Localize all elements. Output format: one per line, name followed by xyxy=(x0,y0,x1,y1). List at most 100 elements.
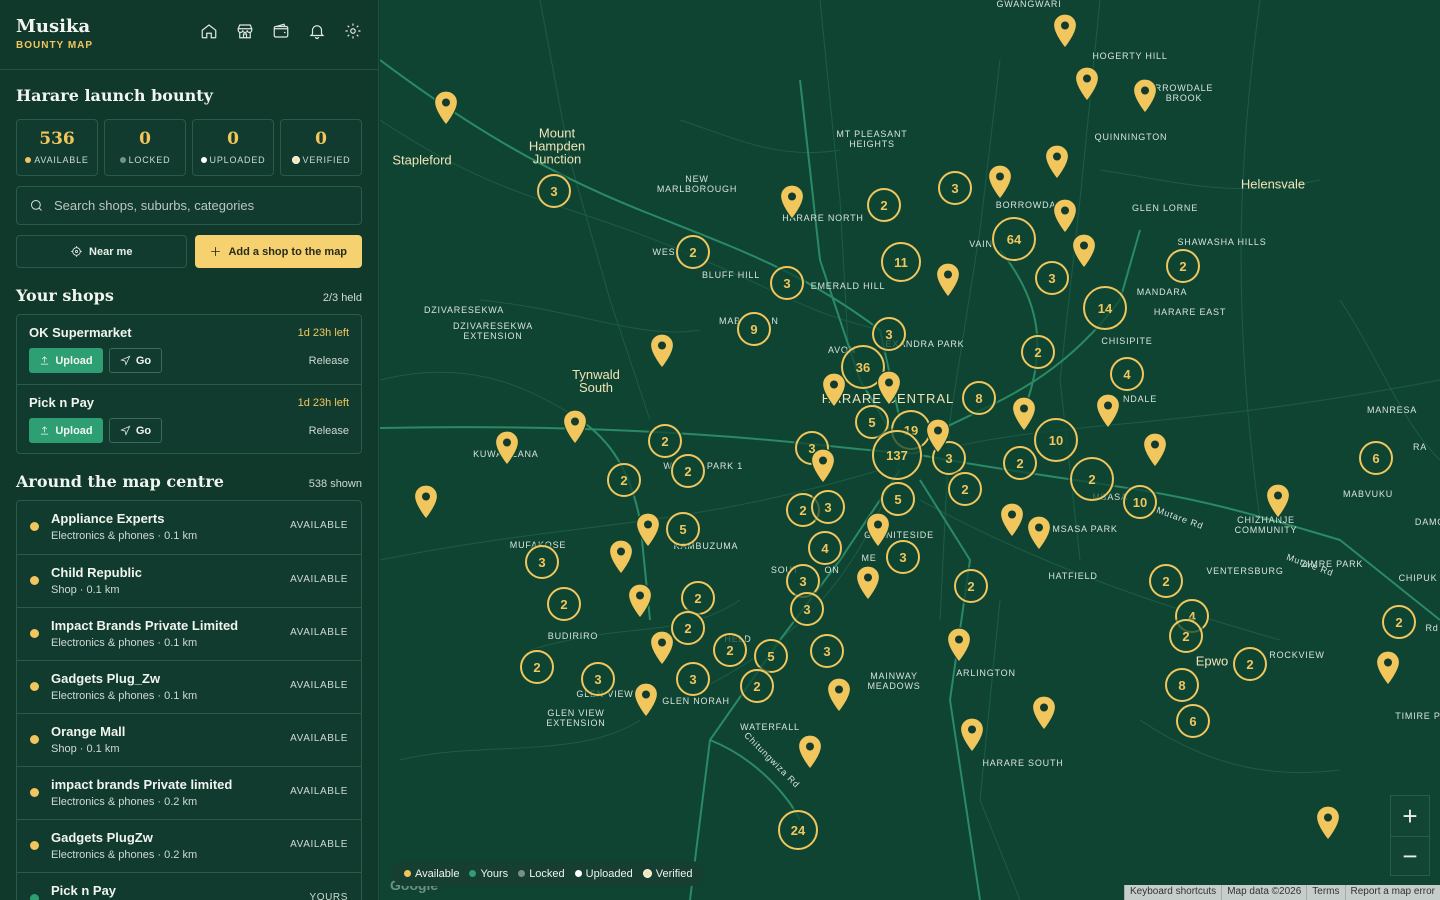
map-pin-icon[interactable] xyxy=(935,262,961,298)
release-button[interactable]: Release xyxy=(309,355,349,367)
map-pin-icon[interactable] xyxy=(649,333,675,369)
list-item[interactable]: impact brands Private limited Electronics… xyxy=(17,766,361,819)
map-cluster[interactable]: 6 xyxy=(1176,704,1210,738)
map-cluster[interactable]: 2 xyxy=(948,472,982,506)
map-pin-icon[interactable] xyxy=(855,565,881,601)
map-cluster[interactable]: 14 xyxy=(1083,286,1127,330)
map-pin-icon[interactable] xyxy=(865,512,891,548)
map-pin-icon[interactable] xyxy=(1052,13,1078,49)
map-cluster[interactable]: 3 xyxy=(886,540,920,574)
map-pin-icon[interactable] xyxy=(1052,198,1078,234)
upload-button[interactable]: Upload xyxy=(29,418,103,443)
map-cluster[interactable]: 2 xyxy=(1003,446,1037,480)
map-pin-icon[interactable] xyxy=(959,717,985,753)
map-cluster[interactable]: 2 xyxy=(1169,619,1203,653)
search-input[interactable] xyxy=(54,198,354,213)
map-pin-icon[interactable] xyxy=(433,90,459,126)
map-canvas[interactable]: GWANGWARI HOGERTY HILL RROWDALE BROOK QUINN… xyxy=(380,0,1440,900)
map-pin-icon[interactable] xyxy=(649,630,675,666)
go-button[interactable]: Go xyxy=(109,418,162,443)
map-cluster[interactable]: 10 xyxy=(1034,418,1078,462)
map-pin-icon[interactable] xyxy=(1095,393,1121,429)
list-item[interactable]: Pick n Pay YOURS xyxy=(17,872,361,900)
map-cluster[interactable]: 2 xyxy=(547,587,581,621)
map-cluster[interactable]: 4 xyxy=(1110,357,1144,391)
list-item[interactable]: Appliance Experts Electronics & phones · … xyxy=(17,501,361,554)
map-pin-icon[interactable] xyxy=(1071,233,1097,269)
map-cluster[interactable]: 3 xyxy=(581,662,615,696)
map-pin-icon[interactable] xyxy=(810,448,836,484)
map-pin-icon[interactable] xyxy=(562,409,588,445)
map-pin-icon[interactable] xyxy=(1026,515,1052,551)
map-cluster[interactable]: 3 xyxy=(1035,261,1069,295)
map-pin-icon[interactable] xyxy=(633,682,659,718)
map-cluster[interactable]: 8 xyxy=(1165,668,1199,702)
map-pin-icon[interactable] xyxy=(826,677,852,713)
map-cluster[interactable]: 2 xyxy=(671,454,705,488)
map-cluster[interactable]: 2 xyxy=(954,569,988,603)
map-pin-icon[interactable] xyxy=(779,184,805,220)
map-pin-icon[interactable] xyxy=(1074,66,1100,102)
map-cluster[interactable]: 5 xyxy=(754,639,788,673)
map-cluster[interactable]: 3 xyxy=(770,266,804,300)
terms-link[interactable]: Terms xyxy=(1306,885,1345,900)
upload-button[interactable]: Upload xyxy=(29,348,103,373)
bell-icon[interactable] xyxy=(308,22,326,40)
map-pin-icon[interactable] xyxy=(608,539,634,575)
map-pin-icon[interactable] xyxy=(797,734,823,770)
map-cluster[interactable]: 3 xyxy=(938,171,972,205)
map-cluster[interactable]: 2 xyxy=(671,611,705,645)
map-pin-icon[interactable] xyxy=(627,583,653,619)
keyboard-shortcuts-link[interactable]: Keyboard shortcuts xyxy=(1124,885,1222,900)
go-button[interactable]: Go xyxy=(109,348,162,373)
map-cluster[interactable]: 8 xyxy=(962,381,996,415)
map-pin-icon[interactable] xyxy=(1011,396,1037,432)
map-pin-icon[interactable] xyxy=(946,627,972,663)
map-cluster[interactable]: 2 xyxy=(681,581,715,615)
list-item[interactable]: Child Republic Shop · 0.1 km AVAILABLE xyxy=(17,554,361,607)
map-cluster[interactable]: 137 xyxy=(872,430,922,480)
map-cluster[interactable]: 64 xyxy=(992,217,1036,261)
map-pin-icon[interactable] xyxy=(494,430,520,466)
map-pin-icon[interactable] xyxy=(1044,144,1070,180)
map-cluster[interactable]: 3 xyxy=(872,317,906,351)
near-me-button[interactable]: Near me xyxy=(16,235,187,268)
map-cluster[interactable]: 6 xyxy=(1359,441,1393,475)
store-icon[interactable] xyxy=(236,22,254,40)
map-cluster[interactable]: 2 xyxy=(713,633,747,667)
map-cluster[interactable]: 2 xyxy=(520,650,554,684)
zoom-in-button[interactable]: + xyxy=(1391,796,1429,836)
map-cluster[interactable]: 5 xyxy=(881,482,915,516)
map-cluster[interactable]: 11 xyxy=(881,242,921,282)
list-item[interactable]: Orange Mall Shop · 0.1 km AVAILABLE xyxy=(17,713,361,766)
map-cluster[interactable]: 2 xyxy=(676,235,710,269)
map-cluster[interactable]: 2 xyxy=(1149,564,1183,598)
map-pin-icon[interactable] xyxy=(1142,432,1168,468)
map-pin-icon[interactable] xyxy=(1265,483,1291,519)
list-item[interactable]: Impact Brands Private Limited Electronics… xyxy=(17,607,361,660)
map-cluster[interactable]: 2 xyxy=(607,463,641,497)
search-field[interactable] xyxy=(16,186,362,225)
map-pin-icon[interactable] xyxy=(635,512,661,548)
map-cluster[interactable]: 2 xyxy=(1382,605,1416,639)
map-pin-icon[interactable] xyxy=(999,502,1025,538)
wallet-icon[interactable] xyxy=(272,22,290,40)
map-cluster[interactable]: 2 xyxy=(1021,335,1055,369)
map-cluster[interactable]: 3 xyxy=(810,634,844,668)
list-item[interactable]: Gadgets PlugZw Electronics & phones · 0.2… xyxy=(17,819,361,872)
map-cluster[interactable]: 24 xyxy=(778,810,818,850)
map-cluster[interactable]: 2 xyxy=(1070,457,1114,501)
list-item[interactable]: Gadgets Plug_Zw Electronics & phones · 0.… xyxy=(17,660,361,713)
map-cluster[interactable]: 10 xyxy=(1123,485,1157,519)
map-cluster[interactable]: 4 xyxy=(808,531,842,565)
map-cluster[interactable]: 9 xyxy=(737,312,771,346)
release-button[interactable]: Release xyxy=(309,425,349,437)
map-cluster[interactable]: 3 xyxy=(790,592,824,626)
map-pin-icon[interactable] xyxy=(876,370,902,406)
map-cluster[interactable]: 2 xyxy=(1233,647,1267,681)
map-cluster[interactable]: 2 xyxy=(740,669,774,703)
gear-icon[interactable] xyxy=(344,22,362,40)
map-cluster[interactable]: 3 xyxy=(525,545,559,579)
map-cluster[interactable]: 3 xyxy=(676,662,710,696)
report-error-link[interactable]: Report a map error xyxy=(1344,885,1440,900)
